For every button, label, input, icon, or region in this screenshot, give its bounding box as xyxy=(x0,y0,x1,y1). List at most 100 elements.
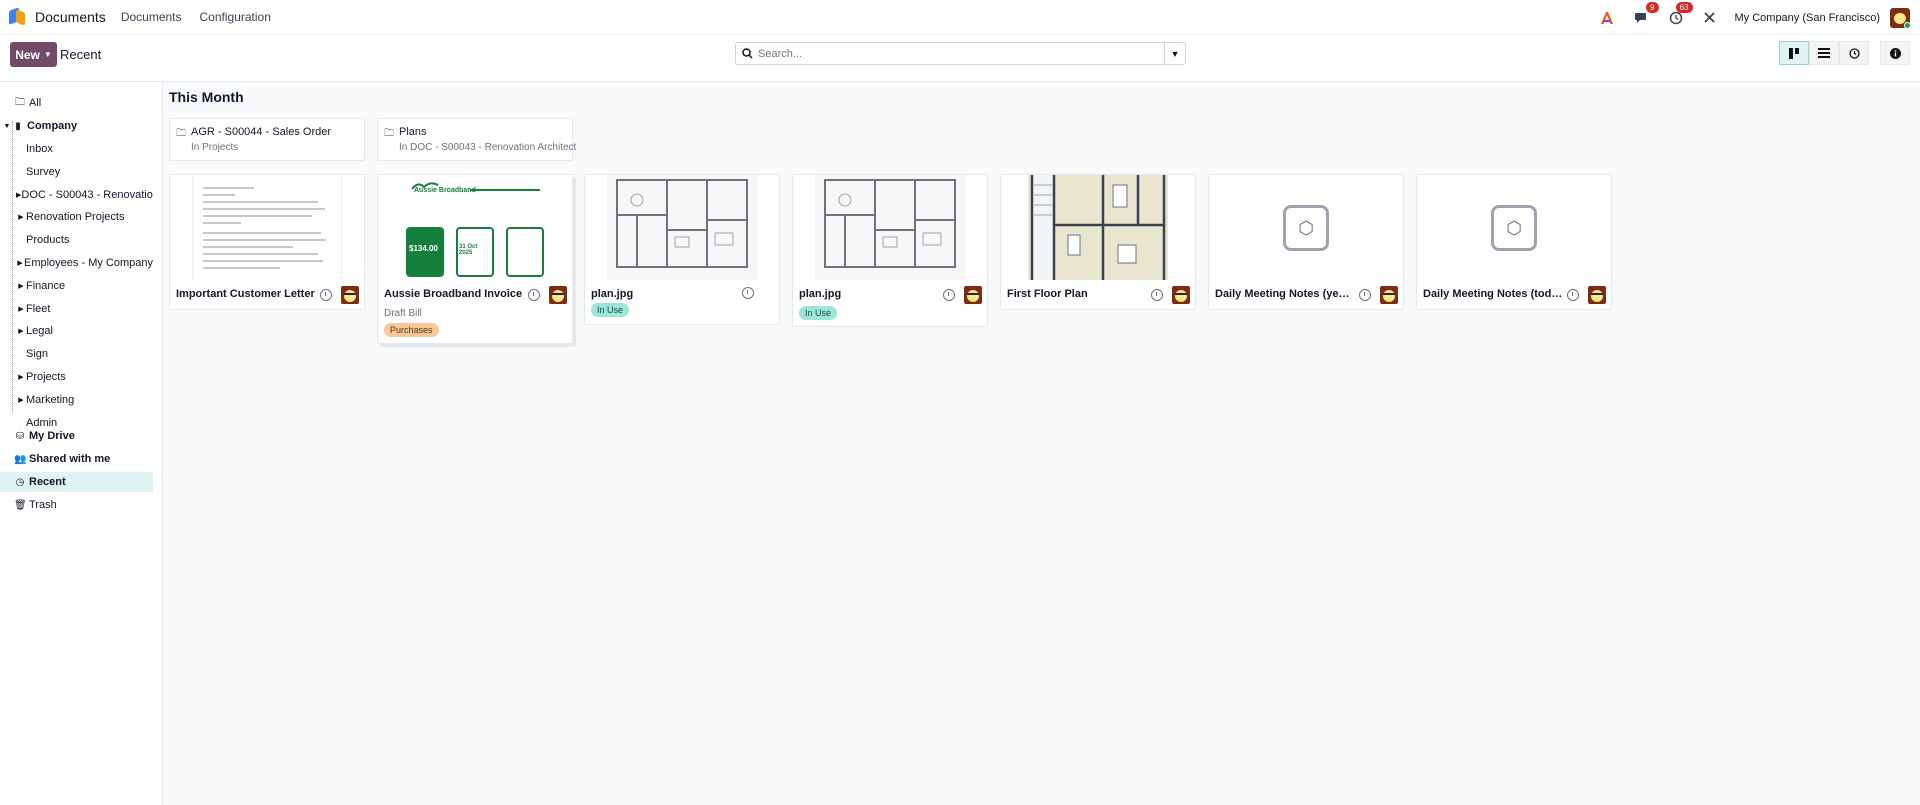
document-card[interactable]: plan.jpg In Use xyxy=(584,174,780,325)
activity-clock-icon[interactable] xyxy=(1151,289,1163,301)
activity-clock-icon[interactable] xyxy=(1359,289,1371,301)
sidebar-item-folder[interactable]: ▶ Projects xyxy=(0,367,153,387)
folder-name: Plans xyxy=(399,126,427,138)
folder-icon: 🗀 xyxy=(384,128,394,139)
sidebar-item-folder[interactable]: Inbox xyxy=(0,139,153,159)
caret-right-icon[interactable]: ▶ xyxy=(16,327,26,335)
folder-card[interactable]: 🗀 Plans In DOC - S00043 - Renovation Arc… xyxy=(377,118,576,161)
sidebar-item-folder[interactable]: ▶ Fleet xyxy=(0,299,153,319)
caret-right-icon[interactable]: ▶ xyxy=(16,305,26,313)
search-input[interactable] xyxy=(758,47,1164,60)
sidebar-item-label: Projects xyxy=(26,371,66,383)
debug-tools-icon[interactable] xyxy=(1701,9,1719,27)
sidebar-item-folder[interactable]: ▶ Employees - My Company xyxy=(0,253,153,273)
sidebar-item-label: Trash xyxy=(29,499,57,511)
document-card[interactable]: Aussie Broadband $134.00 31 Oct 2025 Aus… xyxy=(377,174,573,344)
folder-icon: 🗀 xyxy=(15,96,25,108)
sidebar-item-shared-with-me[interactable]: 👥 Shared with me xyxy=(0,449,153,469)
owner-avatar[interactable] xyxy=(964,286,982,304)
activity-clock-icon[interactable] xyxy=(943,289,955,301)
users-icon: 👥 xyxy=(14,453,27,465)
document-card[interactable]: plan.jpg In Use xyxy=(792,174,988,327)
new-button[interactable]: New ▼ xyxy=(10,42,57,67)
document-title: Important Customer Letter xyxy=(176,288,315,300)
owner-avatar[interactable] xyxy=(1172,286,1190,304)
list-view-icon[interactable] xyxy=(1809,41,1839,65)
ai-assistant-icon[interactable] xyxy=(1599,9,1617,27)
search-icon xyxy=(736,48,758,59)
tag-badge: In Use xyxy=(799,306,838,320)
user-avatar[interactable] xyxy=(1890,7,1910,28)
document-thumbnail xyxy=(585,175,779,280)
sidebar-item-folder[interactable]: ▶ Legal xyxy=(0,321,153,341)
new-button-label: New xyxy=(15,47,40,62)
activity-clock-icon[interactable] xyxy=(528,289,540,301)
caret-right-icon[interactable]: ▶ xyxy=(16,259,24,267)
sidebar-item-folder[interactable]: ▶ Renovation Projects xyxy=(0,207,153,227)
document-card[interactable]: ⬡ Daily Meeting Notes (yesterday) xyxy=(1208,174,1404,310)
sidebar-item-label: Products xyxy=(26,234,70,247)
view-switcher xyxy=(1779,41,1869,65)
file-placeholder-icon: ⬡ xyxy=(1283,205,1329,251)
search-options-toggle-icon[interactable]: ▼ xyxy=(1164,43,1185,64)
document-card[interactable]: ⬡ Daily Meeting Notes (today) xyxy=(1416,174,1612,310)
owner-avatar[interactable] xyxy=(549,286,567,304)
caret-right-icon[interactable]: ▶ xyxy=(16,213,26,221)
document-thumbnail xyxy=(793,175,987,280)
caret-right-icon[interactable]: ▶ xyxy=(16,396,26,404)
documents-app-logo-icon[interactable] xyxy=(9,7,27,26)
tag-badge: In Use xyxy=(591,303,630,317)
menu-documents[interactable]: Documents xyxy=(121,10,182,24)
sidebar-item-folder[interactable]: ▶DOC - S00043 - Renovation Architect xyxy=(0,185,153,205)
document-card[interactable]: Important Customer Letter xyxy=(169,174,365,310)
owner-avatar[interactable] xyxy=(1380,286,1398,304)
caret-right-icon[interactable]: ▶ xyxy=(16,373,26,381)
sidebar-item-label: My Drive xyxy=(29,430,75,442)
messages-icon[interactable]: 9 xyxy=(1633,1,1659,27)
sidebar-item-label: Employees - My Company xyxy=(24,257,153,269)
owner-avatar[interactable] xyxy=(341,286,359,304)
sidebar-item-label: DOC - S00043 - Renovation Architect xyxy=(21,188,153,201)
activity-clock-icon[interactable] xyxy=(320,289,332,301)
folder-card[interactable]: 🗀 AGR - S00044 - Sales Order In Projects xyxy=(169,118,365,161)
bill-brand: Aussie Broadband xyxy=(414,187,476,194)
folder-sidebar: 🗀 All ▼ ▮ Company Inbox Survey ▶ DOC - S000… xyxy=(0,82,163,805)
document-thumbnail: ⬡ xyxy=(1209,175,1403,280)
document-thumbnail xyxy=(1001,175,1195,280)
sidebar-item-trash[interactable]: 🗑 Trash xyxy=(0,495,153,515)
sidebar-item-my-drive[interactable]: ⛁ My Drive xyxy=(0,426,153,446)
sidebar-item-folder[interactable]: ▶ Finance xyxy=(0,276,153,296)
owner-avatar[interactable] xyxy=(1588,286,1606,304)
document-thumbnail: ⬡ xyxy=(1417,175,1611,280)
activities-clock-icon[interactable]: 63 xyxy=(1667,1,1693,27)
bill-date: 31 Oct 2025 xyxy=(459,244,478,256)
sidebar-item-folder[interactable]: Products xyxy=(0,230,153,250)
sidebar-item-label: Marketing xyxy=(26,393,75,406)
info-icon[interactable] xyxy=(1880,41,1910,65)
sidebar-item-company[interactable]: ▼ ▮ Company xyxy=(0,116,153,136)
company-switcher[interactable]: My Company (San Francisco) xyxy=(1735,12,1881,24)
activity-clock-icon[interactable] xyxy=(1567,289,1579,301)
search-bar: ▼ xyxy=(735,42,1186,65)
caret-right-icon[interactable]: ▶ xyxy=(16,282,26,290)
sidebar-item-label: Renovation Projects xyxy=(26,211,125,224)
document-title: Aussie Broadband Invoice xyxy=(384,288,523,300)
document-card[interactable]: First Floor Plan xyxy=(1000,174,1196,310)
document-status: Draft Bill xyxy=(384,308,422,319)
sidebar-item-folder[interactable]: Survey xyxy=(0,162,153,182)
sidebar-item-recent[interactable]: ◷ Recent xyxy=(0,472,153,492)
document-title: First Floor Plan xyxy=(1007,288,1088,300)
activity-view-icon[interactable] xyxy=(1839,41,1869,65)
building-icon: ▮ xyxy=(15,120,21,132)
sidebar-item-all[interactable]: 🗀 All xyxy=(0,93,153,113)
menu-configuration[interactable]: Configuration xyxy=(200,10,271,24)
activity-clock-icon[interactable] xyxy=(742,287,754,299)
app-name[interactable]: Documents xyxy=(35,9,106,25)
document-thumbnail xyxy=(170,175,364,280)
caret-down-icon[interactable]: ▼ xyxy=(2,123,12,130)
kanban-view-icon[interactable] xyxy=(1779,41,1809,65)
messages-badge: 9 xyxy=(1646,1,1659,13)
sidebar-item-folder[interactable]: Sign xyxy=(0,344,153,364)
file-placeholder-icon: ⬡ xyxy=(1491,205,1537,251)
sidebar-item-folder[interactable]: ▶ Marketing xyxy=(0,390,153,410)
